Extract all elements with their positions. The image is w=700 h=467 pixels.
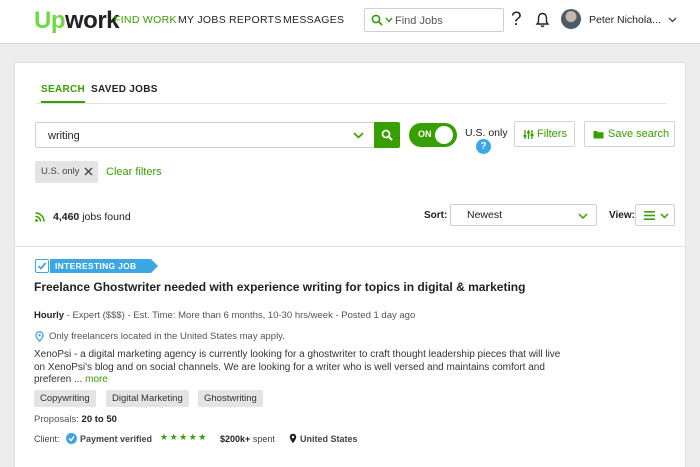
save-search-label: Save search <box>608 128 670 140</box>
user-name[interactable]: Peter Nichola... <box>589 14 661 26</box>
bell-icon[interactable] <box>535 12 550 28</box>
list-view-icon <box>644 211 655 220</box>
top-navigation-bar: Upwork FIND WORK MY JOBS REPORTS MESSAGE… <box>0 0 700 44</box>
keyword-input[interactable] <box>48 128 338 143</box>
chevron-down-icon[interactable] <box>353 132 364 139</box>
tab-search[interactable]: SEARCH <box>41 84 86 103</box>
verified-check-icon <box>66 433 77 444</box>
chevron-down-icon <box>660 213 669 219</box>
filters-label: Filters <box>537 128 567 140</box>
client-rating-stars: ★★★★★ <box>160 432 208 442</box>
save-search-button[interactable]: Save search <box>584 121 675 147</box>
find-jobs-input[interactable] <box>395 12 499 29</box>
tab-divider <box>36 103 667 104</box>
job-title-link[interactable]: Freelance Ghostwriter needed with experi… <box>34 280 525 294</box>
filter-chip-us-only: U.S. only <box>35 161 98 183</box>
avatar[interactable] <box>561 9 581 29</box>
job-search-card: SEARCH SAVED JOBS ON U.S. only ? Filters… <box>14 62 686 467</box>
skill-tag[interactable]: Ghostwriting <box>198 390 263 407</box>
proposals-count: Proposals: 20 to 50 <box>34 414 117 425</box>
chip-label: U.S. only <box>41 166 80 177</box>
skill-tag[interactable]: Digital Marketing <box>106 390 189 407</box>
jobs-found-count: 4,460 jobs found <box>53 211 131 223</box>
nav-find-work[interactable]: FIND WORK <box>114 14 177 26</box>
filters-button[interactable]: Filters <box>514 121 575 147</box>
results-divider <box>15 246 685 247</box>
job-meta: Hourly - Expert ($$$) - Est. Time: More … <box>34 310 416 321</box>
more-link[interactable]: more <box>85 374 108 385</box>
sort-value: Newest <box>467 209 503 221</box>
help-icon[interactable]: ? <box>476 139 491 154</box>
help-icon[interactable]: ? <box>511 9 522 31</box>
keyword-search-field[interactable] <box>35 122 375 148</box>
sort-label: Sort: <box>424 210 448 221</box>
close-icon[interactable] <box>84 167 93 176</box>
toggle-label: ON <box>418 129 432 139</box>
filters-icon <box>523 130 534 139</box>
chevron-down-icon <box>578 213 588 219</box>
us-only-toggle[interactable]: ON <box>409 123 457 147</box>
us-only-label: U.S. only <box>465 127 508 139</box>
nav-messages[interactable]: MESSAGES <box>283 14 344 26</box>
ribbon-label: INTERESTING JOB <box>55 261 137 271</box>
sort-select[interactable]: Newest <box>450 204 597 226</box>
client-spent: $200k+ spent <box>220 434 275 444</box>
tab-saved-jobs[interactable]: SAVED JOBS <box>91 84 158 95</box>
ribbon-band: INTERESTING JOB <box>50 259 158 273</box>
search-button[interactable] <box>374 122 400 148</box>
view-select[interactable] <box>635 204 675 226</box>
payment-verified: Payment verified <box>80 434 153 444</box>
toggle-knob <box>435 126 453 144</box>
location-pin-icon <box>35 331 44 342</box>
location-pin-icon <box>289 433 297 444</box>
search-icon <box>381 129 393 141</box>
chevron-down-icon[interactable] <box>385 17 393 23</box>
nav-reports[interactable]: REPORTS <box>229 14 282 26</box>
checkmark-icon <box>35 259 49 273</box>
view-label: View: <box>609 210 635 221</box>
location-restriction-note: Only freelancers located in the United S… <box>49 331 285 342</box>
client-location: United States <box>300 434 358 444</box>
find-jobs-search[interactable] <box>364 8 504 32</box>
rss-icon[interactable] <box>35 212 45 222</box>
chevron-down-icon[interactable] <box>668 17 677 23</box>
job-description: XenoPsi - a digital marketing agency is … <box>34 349 561 385</box>
search-icon[interactable] <box>371 14 383 26</box>
nav-my-jobs[interactable]: MY JOBS <box>178 14 226 26</box>
folder-icon <box>593 131 604 139</box>
upwork-logo[interactable]: Upwork <box>34 7 120 35</box>
clear-filters-link[interactable]: Clear filters <box>106 166 162 178</box>
skill-tag[interactable]: Copywriting <box>34 390 96 407</box>
client-label: Client: <box>34 434 60 444</box>
